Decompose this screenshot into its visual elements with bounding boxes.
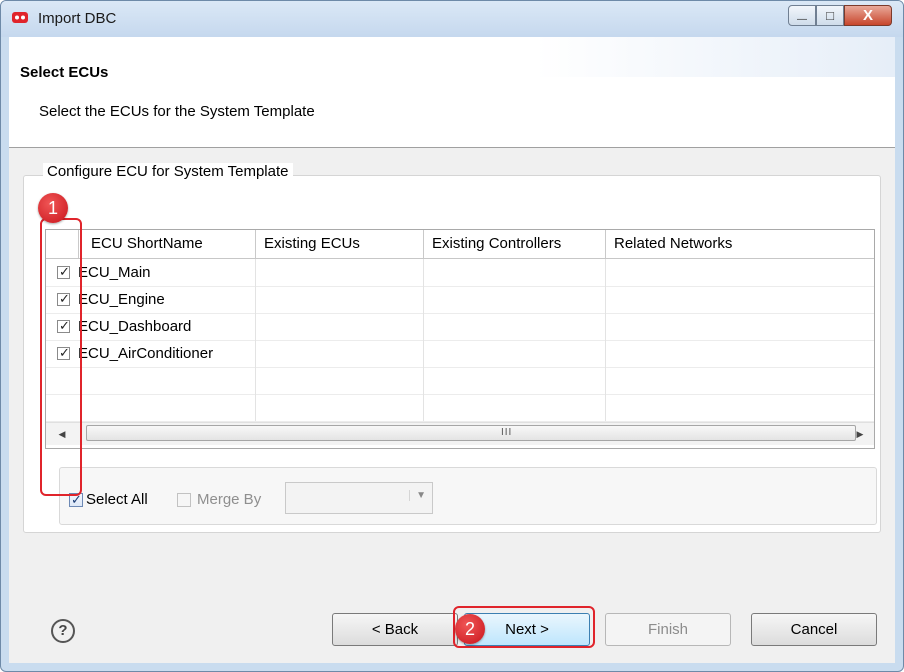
table-row[interactable]: ✓ ECU_Engine	[46, 286, 874, 314]
column-header-existing-controllers[interactable]: Existing Controllers	[424, 230, 606, 258]
dialog-client-area: Select ECUs Select the ECUs for the Syst…	[9, 37, 895, 663]
ecu-name-cell: ECU_AirConditioner	[74, 340, 256, 367]
empty-cell	[606, 367, 874, 394]
existing-controllers-cell	[424, 259, 606, 286]
empty-cell	[256, 394, 424, 421]
minimize-icon: —	[797, 14, 807, 25]
ecu-name-cell: ECU_Main	[74, 259, 256, 286]
empty-table-row	[46, 394, 874, 422]
merge-by-label: Merge By	[197, 491, 262, 508]
title-bar: Import DBC — □ X	[1, 1, 903, 37]
merge-by-checkbox[interactable]	[177, 493, 191, 507]
select-all-label[interactable]: Select All	[86, 491, 148, 509]
existing-ecus-cell	[256, 286, 424, 313]
column-header-related-networks[interactable]: Related Networks	[606, 230, 874, 258]
maximize-icon: □	[826, 8, 834, 23]
page-title: Select ECUs	[20, 64, 109, 81]
existing-controllers-cell	[424, 340, 606, 367]
existing-controllers-cell	[424, 286, 606, 313]
chevron-down-icon: ▼	[409, 490, 426, 501]
maximize-button[interactable]: □	[816, 5, 844, 26]
empty-cell	[256, 367, 424, 394]
related-networks-cell	[606, 286, 874, 313]
table-row[interactable]: ✓ ECU_Dashboard	[46, 313, 874, 341]
group-legend: Configure ECU for System Template	[43, 163, 293, 180]
horizontal-scrollbar[interactable]: ◀ III ▶	[46, 422, 874, 445]
help-icon[interactable]: ?	[51, 619, 75, 643]
annotation-highlight-checkboxes	[40, 218, 82, 496]
wizard-header: Select ECUs Select the ECUs for the Syst…	[9, 37, 895, 148]
cancel-button[interactable]: Cancel	[751, 613, 877, 646]
annotation-badge-1: 1	[38, 193, 68, 223]
empty-cell	[424, 367, 606, 394]
ecu-name-cell: ECU_Dashboard	[74, 313, 256, 340]
window-title: Import DBC	[38, 10, 117, 27]
column-header-existing-ecus[interactable]: Existing ECUs	[256, 230, 424, 258]
page-description: Select the ECUs for the System Template	[39, 103, 315, 120]
related-networks-cell	[606, 259, 874, 286]
existing-ecus-cell	[256, 340, 424, 367]
empty-cell	[606, 394, 874, 421]
merge-by-dropdown[interactable]: ▼	[285, 482, 433, 514]
scrollbar-grip: III	[501, 427, 513, 438]
ecu-table: ECU ShortName Existing ECUs Existing Con…	[45, 229, 875, 449]
empty-cell	[424, 394, 606, 421]
related-networks-cell	[606, 313, 874, 340]
empty-table-row	[46, 367, 874, 395]
table-header: ECU ShortName Existing ECUs Existing Con…	[46, 230, 874, 259]
minimize-button[interactable]: —	[788, 5, 816, 26]
scrollbar-thumb[interactable]: III	[86, 425, 856, 441]
app-logo-icon	[12, 12, 28, 23]
header-gradient	[535, 37, 895, 77]
scroll-right-icon[interactable]: ▶	[852, 426, 868, 442]
related-networks-cell	[606, 340, 874, 367]
ecu-name-cell: ECU_Engine	[74, 286, 256, 313]
annotation-badge-2: 2	[455, 614, 485, 644]
column-header-ecu-shortname[interactable]: ECU ShortName	[79, 230, 256, 258]
existing-ecus-cell	[256, 259, 424, 286]
table-row[interactable]: ✓ ECU_Main	[46, 259, 874, 287]
finish-button: Finish	[605, 613, 731, 646]
existing-ecus-cell	[256, 313, 424, 340]
import-dbc-window: Import DBC — □ X Select ECUs Select the …	[0, 0, 904, 672]
close-icon: X	[862, 7, 873, 24]
table-row[interactable]: ✓ ECU_AirConditioner	[46, 340, 874, 368]
back-button[interactable]: < Back	[332, 613, 458, 646]
close-button[interactable]: X	[844, 5, 892, 26]
existing-controllers-cell	[424, 313, 606, 340]
